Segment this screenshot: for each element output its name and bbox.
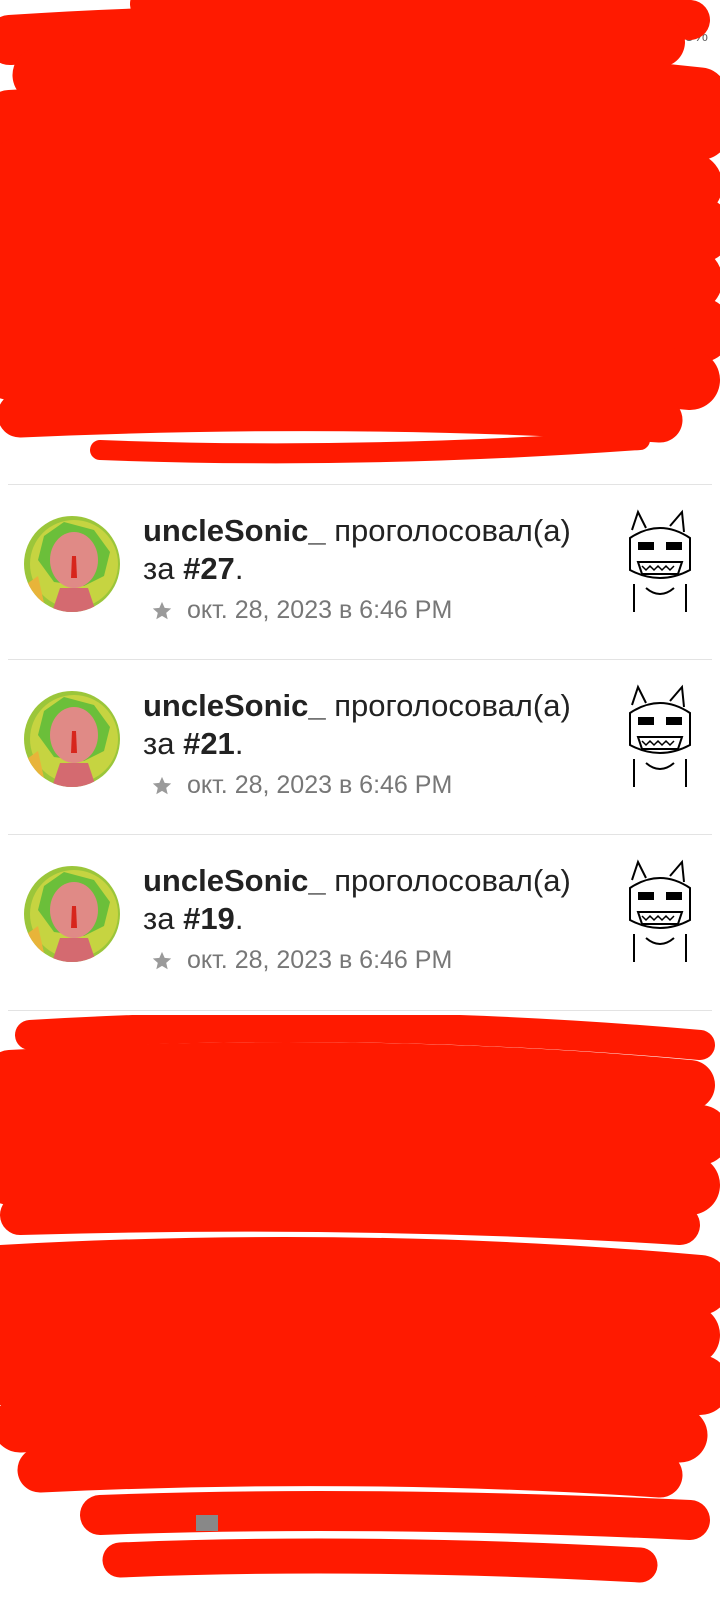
star-icon (152, 951, 172, 969)
post-number: #21 (183, 726, 235, 761)
notification-meta: окт. 28, 2023 в 6:46 PM (151, 596, 452, 625)
sentence-end: . (234, 551, 244, 586)
notification-item[interactable]: uncleSonic_ проголосовал(а) за #19. окт.… (0, 834, 720, 1010)
sentence-end: . (234, 726, 244, 761)
user-avatar[interactable] (24, 516, 120, 612)
sentence-end: . (234, 901, 244, 936)
username[interactable]: uncleSonic_ (143, 688, 326, 723)
post-number: #27 (183, 551, 235, 586)
redaction-scribble-bottom (0, 1015, 720, 1583)
star-icon (152, 776, 172, 794)
post-number: #19 (183, 901, 235, 936)
notification-text: uncleSonic_ проголосовал(а) за #19. (143, 862, 598, 938)
notification-meta: окт. 28, 2023 в 6:46 PM (151, 946, 452, 975)
notification-text: uncleSonic_ проголосовал(а) за #27. (143, 512, 598, 588)
username[interactable]: uncleSonic_ (143, 863, 326, 898)
divider (8, 1010, 712, 1011)
post-thumbnail[interactable] (624, 508, 696, 620)
timestamp: окт. 28, 2023 в 6:46 PM (187, 596, 453, 624)
notification-item[interactable]: uncleSonic_ проголосовал(а) за #27. окт.… (0, 484, 720, 660)
notification-text: uncleSonic_ проголосовал(а) за #21. (143, 687, 598, 763)
user-avatar[interactable] (24, 866, 120, 962)
user-avatar[interactable] (24, 691, 120, 787)
redaction-scribble-top (0, 0, 720, 464)
post-thumbnail[interactable] (624, 858, 696, 970)
username[interactable]: uncleSonic_ (143, 513, 326, 548)
timestamp: окт. 28, 2023 в 6:46 PM (187, 771, 453, 799)
notification-meta: окт. 28, 2023 в 6:46 PM (151, 771, 452, 800)
post-thumbnail[interactable] (624, 683, 696, 795)
notification-item[interactable]: uncleSonic_ проголосовал(а) за #21. окт.… (0, 659, 720, 835)
timestamp: окт. 28, 2023 в 6:46 PM (187, 946, 453, 974)
star-icon (152, 601, 172, 619)
